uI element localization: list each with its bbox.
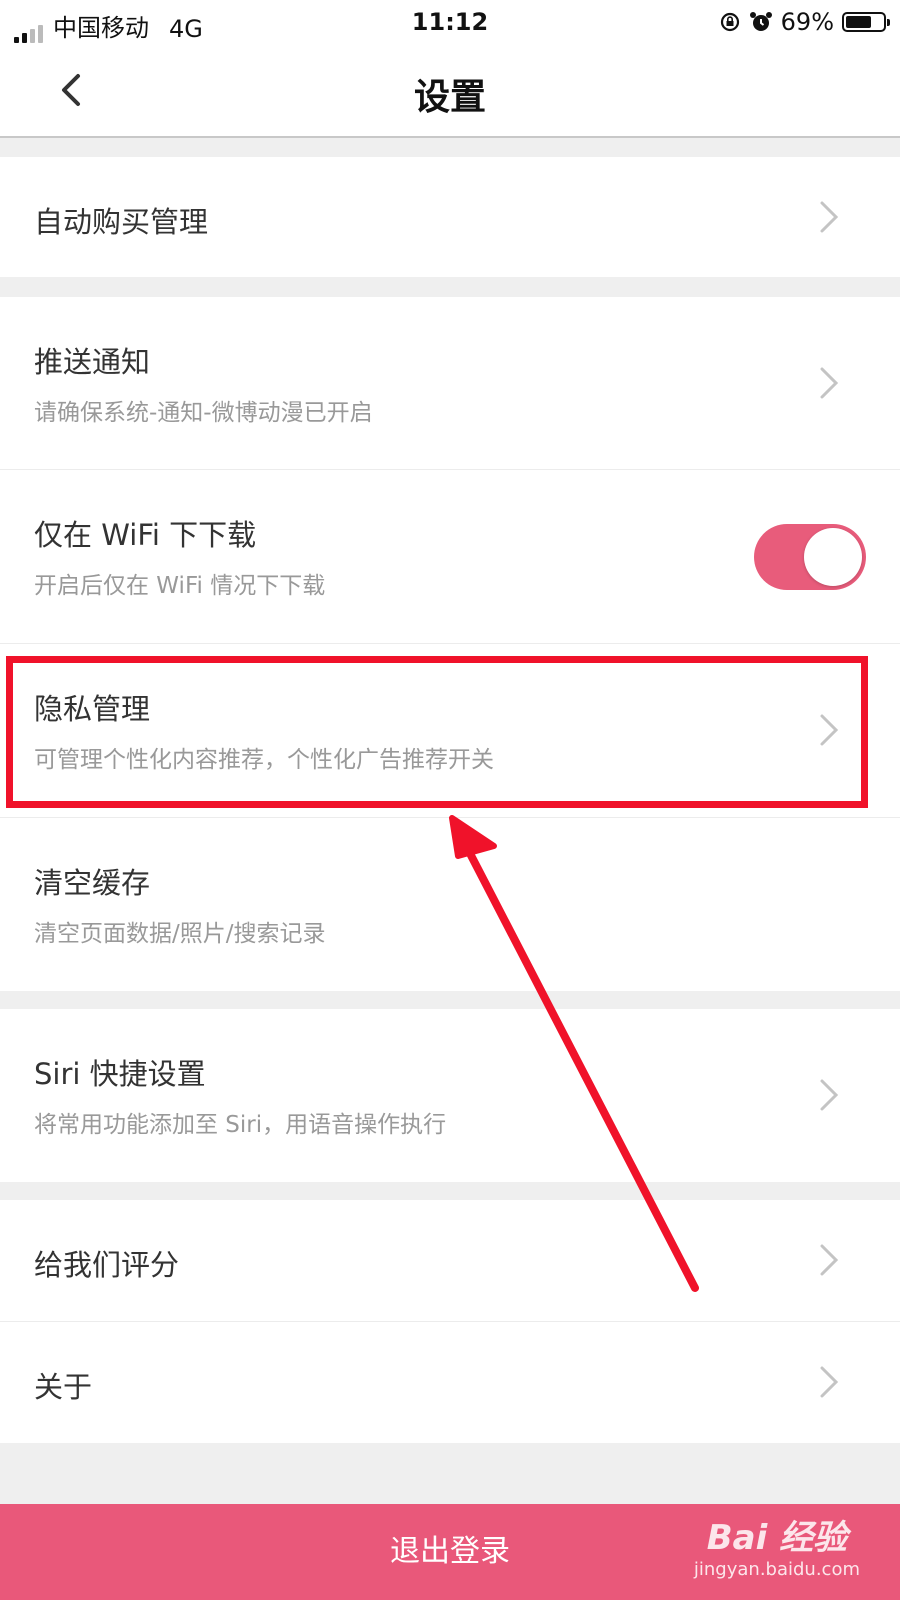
row-sublabel: 开启后仅在 WiFi 情况下下载 <box>34 573 326 599</box>
nav-bar: 设置 <box>0 44 900 138</box>
row-label: 给我们评分 <box>34 1248 180 1282</box>
settings-row-about[interactable]: 关于 <box>0 1322 900 1443</box>
chevron-right-icon <box>820 201 839 233</box>
row-label: 关于 <box>34 1370 93 1404</box>
row-label: Siri 快捷设置 <box>34 1057 206 1091</box>
status-right: 69% <box>719 8 890 36</box>
wifi-only-toggle[interactable] <box>754 524 866 590</box>
battery-icon <box>842 12 890 32</box>
watermark-url: jingyan.baidu.com <box>693 1559 860 1580</box>
row-sublabel: 清空页面数据/照片/搜索记录 <box>34 921 326 947</box>
chevron-right-icon <box>820 1244 839 1276</box>
annotation-highlight-box <box>6 656 868 808</box>
alarm-icon <box>749 12 772 31</box>
settings-row-siri[interactable]: Siri 快捷设置 将常用功能添加至 Siri，用语音操作执行 <box>0 1009 900 1182</box>
row-label: 仅在 WiFi 下下载 <box>34 518 257 552</box>
chevron-right-icon <box>820 1079 839 1111</box>
settings-row-push[interactable]: 推送通知 请确保系统-通知-微博动漫已开启 <box>0 297 900 470</box>
row-sublabel: 请确保系统-通知-微博动漫已开启 <box>34 400 373 426</box>
rotation-lock-icon <box>720 12 739 32</box>
status-bar: 中国移动 4G 11:12 69% <box>0 0 900 44</box>
settings-row-wifi-download: 仅在 WiFi 下下载 开启后仅在 WiFi 情况下下载 <box>0 470 900 643</box>
chevron-right-icon <box>820 367 839 399</box>
battery-percent: 69% <box>780 8 834 36</box>
row-label: 清空缓存 <box>34 866 151 900</box>
baidu-jingyan-watermark: Bai 经验 jingyan.baidu.com <box>694 1510 860 1580</box>
row-label: 自动购买管理 <box>34 205 209 239</box>
chevron-right-icon <box>820 1366 839 1398</box>
row-label: 推送通知 <box>34 345 151 379</box>
page-title: 设置 <box>413 77 486 118</box>
watermark-logo: Bai 经验 <box>706 1518 848 1558</box>
toggle-knob <box>804 528 862 586</box>
settings-row-auto-purchase[interactable]: 自动购买管理 <box>0 157 900 277</box>
settings-row-rate[interactable]: 给我们评分 <box>0 1200 900 1321</box>
settings-row-clear-cache[interactable]: 清空缓存 清空页面数据/照片/搜索记录 <box>0 818 900 991</box>
row-sublabel: 将常用功能添加至 Siri，用语音操作执行 <box>34 1112 447 1138</box>
